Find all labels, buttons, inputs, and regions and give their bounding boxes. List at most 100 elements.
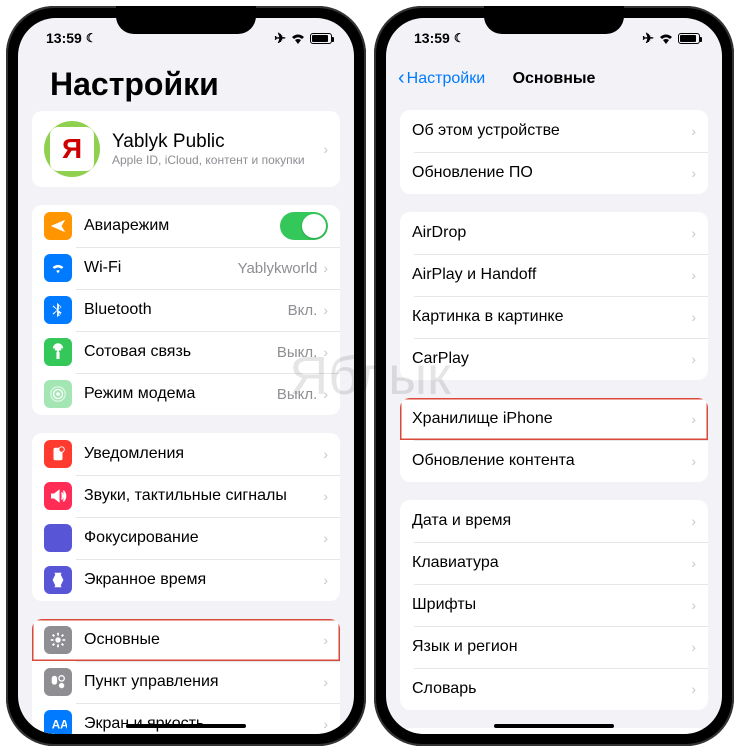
airplane-icon: ✈	[274, 30, 286, 47]
row-airplane[interactable]: Авиарежим	[32, 205, 340, 247]
apple-id-row[interactable]: Я Yablyk Public Apple ID, iCloud, контен…	[32, 111, 340, 187]
status-time: 13:59	[414, 30, 450, 46]
row-клавиатура[interactable]: Клавиатура›	[400, 542, 708, 584]
chevron-icon: ›	[323, 386, 328, 402]
row-label: Об этом устройстве	[412, 122, 691, 140]
cellular-icon	[44, 338, 72, 366]
wifi-icon	[658, 32, 674, 44]
group-airdrop: AirDrop›AirPlay и Handoff›Картинка в кар…	[400, 212, 708, 380]
row-hotspot[interactable]: Режим модемаВыкл. ›	[32, 373, 340, 415]
battery-icon	[310, 33, 332, 44]
chevron-icon: ›	[691, 639, 696, 655]
row-язык-и-регион[interactable]: Язык и регион›	[400, 626, 708, 668]
notch	[116, 6, 256, 34]
sounds-icon	[44, 482, 72, 510]
notifications-icon	[44, 440, 72, 468]
row-screentime[interactable]: Экранное время›	[32, 559, 340, 601]
row-wifi[interactable]: Wi-FiYablykworld›	[32, 247, 340, 289]
chevron-icon: ›	[691, 453, 696, 469]
row-label: Дата и время	[412, 512, 691, 530]
chevron-icon: ›	[691, 225, 696, 241]
row-display[interactable]: AAЭкран и яркость›	[32, 703, 340, 734]
row-cellular[interactable]: Сотовая связьВыкл. ›	[32, 331, 340, 373]
general-icon	[44, 626, 72, 654]
chevron-icon: ›	[323, 302, 328, 318]
chevron-icon: ›	[691, 351, 696, 367]
airplane-icon	[44, 212, 72, 240]
row-label: AirPlay и Handoff	[412, 266, 691, 284]
dnd-icon: ☾	[454, 31, 465, 45]
chevron-icon: ›	[691, 597, 696, 613]
chevron-icon: ›	[323, 530, 328, 546]
nav-header: ‹ Настройки Основные	[386, 58, 722, 100]
row-focus[interactable]: Фокусирование›	[32, 517, 340, 559]
row-шрифты[interactable]: Шрифты›	[400, 584, 708, 626]
back-button[interactable]: ‹ Настройки	[398, 67, 485, 90]
dnd-icon: ☾	[86, 31, 97, 45]
toggle-airplane[interactable]	[280, 212, 328, 240]
row-sounds[interactable]: Звуки, тактильные сигналы›	[32, 475, 340, 517]
row-словарь[interactable]: Словарь›	[400, 668, 708, 710]
control-icon	[44, 668, 72, 696]
page-title: Настройки	[32, 58, 340, 111]
row-label: Клавиатура	[412, 554, 691, 572]
svg-text:AA: AA	[52, 719, 67, 732]
row-label: Шрифты	[412, 596, 691, 614]
row-обновление-контента[interactable]: Обновление контента›	[400, 440, 708, 482]
row-general[interactable]: Основные›	[32, 619, 340, 661]
row-airdrop[interactable]: AirDrop›	[400, 212, 708, 254]
row-картинка-в-картинке[interactable]: Картинка в картинке›	[400, 296, 708, 338]
chevron-icon: ›	[323, 344, 328, 360]
back-label: Настройки	[407, 70, 485, 88]
chevron-icon: ›	[691, 165, 696, 181]
group-about: Об этом устройстве›Обновление ПО›	[400, 110, 708, 194]
row-label: Основные	[84, 631, 323, 649]
row-label: AirDrop	[412, 224, 691, 242]
row-label: Словарь	[412, 680, 691, 698]
row-дата-и-время[interactable]: Дата и время›	[400, 500, 708, 542]
phone-settings: 13:59 ☾ ✈ Настройки Я Yablyk Public Appl…	[6, 6, 366, 746]
row-label: Авиарежим	[84, 217, 280, 235]
status-time: 13:59	[46, 30, 82, 46]
chevron-icon: ›	[323, 141, 328, 157]
row-label: Сотовая связь	[84, 343, 277, 361]
wifi-icon	[44, 254, 72, 282]
home-indicator	[126, 724, 246, 728]
chevron-icon: ›	[691, 681, 696, 697]
row-airplay-и-handoff[interactable]: AirPlay и Handoff›	[400, 254, 708, 296]
row-bluetooth[interactable]: BluetoothВкл.›	[32, 289, 340, 331]
group-datetime: Дата и время›Клавиатура›Шрифты›Язык и ре…	[400, 500, 708, 710]
row-label: Картинка в картинке	[412, 308, 691, 326]
row-label: Пункт управления	[84, 673, 323, 691]
chevron-icon: ›	[691, 555, 696, 571]
wifi-icon	[290, 32, 306, 44]
chevron-icon: ›	[691, 309, 696, 325]
screentime-icon	[44, 566, 72, 594]
avatar-letter: Я	[50, 127, 94, 171]
row-label: Режим модема	[84, 385, 277, 403]
row-value: Выкл.	[277, 386, 317, 403]
bluetooth-icon	[44, 296, 72, 324]
row-value: Yablykworld	[238, 260, 318, 277]
row-carplay[interactable]: CarPlay›	[400, 338, 708, 380]
phone-general: 13:59 ☾ ✈ ‹ Настройки Основные Об этом у…	[374, 6, 734, 746]
row-хранилище-iphone[interactable]: Хранилище iPhone›	[400, 398, 708, 440]
group-notifications: Уведомления›Звуки, тактильные сигналы›Фо…	[32, 433, 340, 601]
battery-icon	[678, 33, 700, 44]
chevron-icon: ›	[691, 411, 696, 427]
chevron-icon: ›	[691, 123, 696, 139]
display-icon: AA	[44, 710, 72, 734]
row-notifications[interactable]: Уведомления›	[32, 433, 340, 475]
chevron-icon: ›	[323, 488, 328, 504]
chevron-icon: ›	[691, 513, 696, 529]
row-vpn-и-управление-устройством[interactable]: VPN и управление устройством›	[400, 728, 708, 734]
row-об-этом-устройстве[interactable]: Об этом устройстве›	[400, 110, 708, 152]
row-обновление-по[interactable]: Обновление ПО›	[400, 152, 708, 194]
row-control[interactable]: Пункт управления›	[32, 661, 340, 703]
focus-icon	[44, 524, 72, 552]
chevron-icon: ›	[323, 572, 328, 588]
chevron-left-icon: ‹	[398, 67, 405, 90]
row-value: Выкл.	[277, 344, 317, 361]
row-label: Язык и регион	[412, 638, 691, 656]
airplane-icon: ✈	[642, 30, 654, 47]
